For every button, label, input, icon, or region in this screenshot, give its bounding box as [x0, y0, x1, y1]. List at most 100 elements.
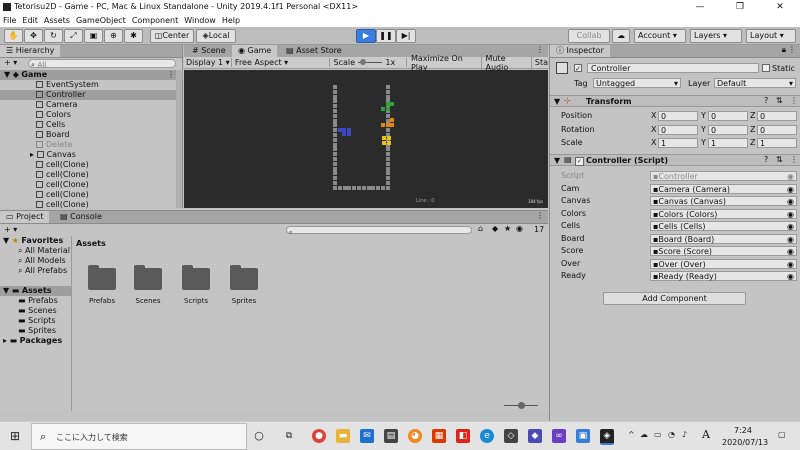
stats-toggle[interactable]: Sta	[532, 58, 548, 67]
add-component-button[interactable]: Add Component	[603, 292, 746, 305]
layout-dropdown[interactable]: Layout ▾	[746, 29, 796, 43]
scale-slider[interactable]	[358, 59, 383, 65]
object-name-field[interactable]: Controller	[587, 63, 759, 73]
script-field-value[interactable]: ▪Board (Board) ◉	[650, 233, 797, 244]
asset-folder-scenes[interactable]: Scenes	[131, 264, 165, 312]
menu-gameobject[interactable]: GameObject	[76, 15, 126, 27]
hierarchy-item-cell-clone[interactable]: cell(Clone)	[36, 190, 89, 200]
tab-scene[interactable]: # Scene	[186, 45, 232, 57]
game-view[interactable]: Line : 0 184 fps	[184, 70, 548, 208]
hierarchy-item-cells[interactable]: Cells	[36, 120, 65, 130]
clock-time[interactable]: 7:24	[734, 426, 752, 435]
lock-icon[interactable]: 🔒︎	[782, 45, 786, 55]
hierarchy-item-board[interactable]: Board	[36, 130, 70, 140]
favorite-star-icon[interactable]: ★	[504, 224, 511, 233]
object-picker-icon[interactable]: ◉	[787, 235, 794, 244]
tree-scripts[interactable]: ▬ Scripts	[18, 316, 55, 326]
unity-editor-icon[interactable]: ◈	[600, 429, 614, 445]
minimize-icon[interactable]: —	[680, 0, 720, 15]
notification-icon[interactable]: ▢	[778, 430, 786, 439]
object-picker-icon[interactable]: ◉	[787, 197, 794, 206]
rotation-y-field[interactable]: 0	[708, 125, 748, 135]
file-explorer-icon[interactable]: ▬	[336, 429, 350, 443]
rotate-tool-icon[interactable]: ↻	[44, 29, 63, 43]
custom-tool-icon[interactable]: ✱	[124, 29, 143, 43]
active-checkbox[interactable]: ✓	[574, 64, 582, 73]
menu-assets[interactable]: Assets	[44, 15, 70, 27]
network-icon[interactable]: ◔	[668, 430, 675, 439]
scene-root[interactable]: ▼ ◆ Game ⋮	[0, 70, 183, 80]
visibility-icon[interactable]: ◉	[516, 224, 523, 233]
menu-file[interactable]: File	[3, 15, 16, 27]
tree-assets[interactable]: ▼ ▬ Assets	[0, 286, 71, 296]
office-icon[interactable]: ◧	[456, 429, 470, 443]
hand-tool-icon[interactable]: ✋	[4, 29, 23, 43]
tab-asset-store[interactable]: ▤ Asset Store	[280, 45, 348, 57]
more-options-icon[interactable]: ⋮	[790, 155, 798, 164]
menu-component[interactable]: Component	[132, 15, 178, 27]
tab-hierarchy[interactable]: ☰ Hierarchy	[0, 45, 61, 57]
hierarchy-item-cell-clone[interactable]: cell(Clone)	[36, 170, 89, 180]
chrome-icon[interactable]: ●	[312, 429, 326, 443]
script-field-value[interactable]: ▪Ready (Ready) ◉	[650, 271, 797, 281]
object-picker-icon[interactable]: ◉	[787, 272, 794, 281]
scale-z-field[interactable]: 1	[757, 138, 797, 148]
script-field-value[interactable]: ▪Canvas (Canvas) ◉	[650, 196, 797, 206]
unity-hub-icon[interactable]: ◇	[504, 429, 518, 443]
photos-icon[interactable]: ▣	[576, 429, 590, 443]
cortana-icon[interactable]: ○	[252, 429, 266, 443]
tab-inspector[interactable]: ⓘ Inspector	[550, 45, 610, 57]
cloud-icon[interactable]: ☁	[612, 29, 630, 43]
pivot-center-button[interactable]: ◫Center	[150, 29, 194, 43]
more-options-icon[interactable]: ⋮	[167, 70, 175, 80]
paint-icon[interactable]: ◕	[408, 429, 422, 443]
close-icon[interactable]: ✕	[760, 0, 800, 15]
preset-icon[interactable]: ⇅	[776, 96, 783, 105]
tree-packages[interactable]: ▸ ▬ Packages	[3, 336, 62, 346]
play-button[interactable]: ▶	[356, 29, 376, 43]
asset-folder-prefabs[interactable]: Prefabs	[85, 264, 119, 312]
create-plus-icon[interactable]: + ▾	[4, 58, 17, 67]
tab-console[interactable]: ▤ Console	[54, 211, 108, 223]
aspect-dropdown[interactable]: Free Aspect ▾	[232, 58, 330, 67]
tree-fav-all-prefabs[interactable]: ⌕ All Prefabs	[18, 266, 67, 276]
hierarchy-item-cell-clone[interactable]: cell(Clone)	[36, 160, 89, 170]
tab-project[interactable]: ▭ Project	[0, 211, 50, 223]
hierarchy-item-canvas[interactable]: ▸ Canvas	[30, 150, 76, 160]
layers-dropdown[interactable]: Layers ▾	[690, 29, 742, 43]
hierarchy-search[interactable]: ⌕ All	[28, 59, 176, 69]
more-options-icon[interactable]: ⋮	[790, 96, 798, 105]
project-search[interactable]: ⌕	[286, 226, 472, 236]
object-picker-icon[interactable]: ◉	[787, 172, 794, 181]
hierarchy-item-eventsystem[interactable]: EventSystem	[36, 80, 99, 90]
transform-tool-icon[interactable]: ⊕	[104, 29, 123, 43]
menu-edit[interactable]: Edit	[22, 15, 38, 27]
hierarchy-item-cell-clone[interactable]: cell(Clone)	[36, 180, 89, 190]
ime-indicator[interactable]: A	[702, 428, 710, 441]
script-field-value[interactable]: ▪Over (Over) ◉	[650, 258, 797, 269]
maximize-on-play-toggle[interactable]: Maximize On Play	[407, 53, 483, 72]
store-icon[interactable]: ▤	[384, 429, 398, 443]
asset-folder-sprites[interactable]: Sprites	[227, 264, 261, 312]
mute-audio-toggle[interactable]: Mute Audio	[482, 53, 532, 72]
battery-icon[interactable]: ▭	[654, 430, 662, 439]
object-picker-icon[interactable]: ◉	[787, 222, 794, 231]
tree-prefabs[interactable]: ▬ Prefabs	[18, 296, 58, 306]
object-picker-icon[interactable]: ◉	[787, 247, 794, 256]
taskbar-search[interactable]: ⌕ ここに入力して検索	[31, 423, 247, 450]
scale-x-field[interactable]: 1	[658, 138, 698, 148]
hierarchy-item-delete[interactable]: Delete	[36, 140, 72, 150]
more-options-icon[interactable]: ⋮	[536, 211, 544, 220]
scale-tool-icon[interactable]: ⤢	[64, 29, 83, 43]
object-picker-icon[interactable]: ◉	[787, 260, 794, 269]
transform-header[interactable]: ▼ ⊹ Transform ? ⇅ ⋮	[550, 95, 800, 107]
edge-icon[interactable]: e	[480, 429, 494, 443]
vscode-icon[interactable]: ◆	[528, 429, 542, 443]
tree-fav-all-models[interactable]: ⌕ All Models	[18, 256, 66, 266]
step-button[interactable]: ▶|	[396, 29, 416, 43]
icon-size-slider[interactable]	[504, 402, 538, 409]
static-checkbox[interactable]	[762, 64, 770, 72]
object-picker-icon[interactable]: ◉	[787, 185, 794, 194]
display-dropdown[interactable]: Display 1 ▾	[184, 58, 232, 67]
script-field-value[interactable]: ▪Cells (Cells) ◉	[650, 221, 797, 231]
